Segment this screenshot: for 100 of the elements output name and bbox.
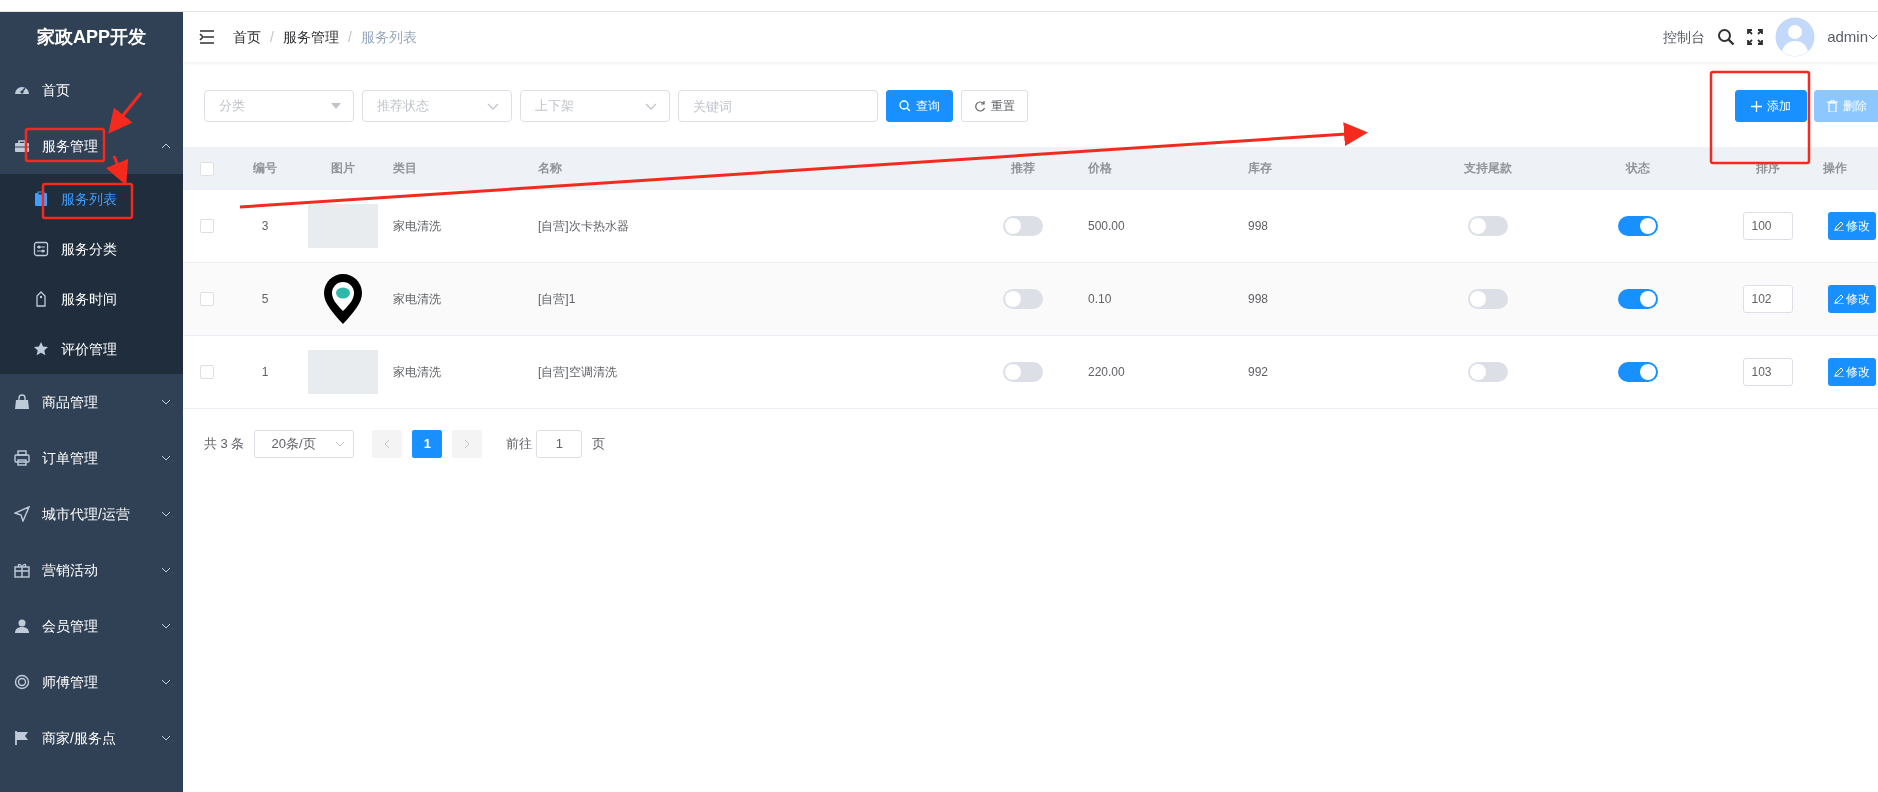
previous-page-button[interactable] [372, 429, 403, 458]
row-checkbox[interactable] [199, 219, 214, 234]
user-icon [14, 618, 30, 634]
column-header: 支持尾款 [1463, 160, 1512, 175]
shopping-bag-icon [14, 394, 30, 410]
toggle-switch[interactable] [1617, 361, 1658, 382]
caret-icon[interactable] [1868, 33, 1878, 41]
sidebar-item[interactable]: 师傅管理 [0, 654, 183, 710]
page-size-select[interactable]: 20条/页 [254, 429, 355, 458]
toggle-switch[interactable] [1002, 215, 1043, 236]
toggle-switch[interactable] [1467, 361, 1508, 382]
column-header: 库存 [1248, 160, 1272, 175]
breadcrumb-item[interactable]: 首页 [233, 26, 261, 48]
avatar-icon[interactable] [1775, 17, 1816, 57]
table-cell: 998 [1248, 291, 1269, 306]
keyword-field[interactable]: 关键词 [678, 90, 878, 122]
navigation-icon [14, 506, 30, 522]
refresh-icon [974, 100, 986, 112]
app-title: 家政APP开发 [36, 25, 147, 49]
sliders-icon [33, 241, 49, 257]
star-icon [33, 341, 49, 357]
page-suffix: 页 [592, 434, 606, 453]
sidebar-item[interactable]: 城市代理/运营 [0, 486, 183, 542]
column-header: 推荐 [1010, 160, 1035, 175]
annotation-arrow [108, 92, 143, 134]
toggle-switch[interactable] [1002, 361, 1043, 382]
toggle-switch[interactable] [1467, 288, 1508, 309]
column-header: 类目 [393, 160, 417, 175]
toggle-switch[interactable] [1467, 215, 1508, 236]
pencil-icon [1834, 293, 1844, 304]
total-count: 共 3 条 [204, 434, 245, 453]
user-name[interactable]: admin [1827, 25, 1868, 49]
column-header: 操作 [1823, 160, 1847, 175]
sidebar-item[interactable]: 首页 [0, 62, 183, 118]
sidebar-item[interactable]: 营销活动 [0, 542, 183, 598]
table-cell: 220.00 [1088, 364, 1125, 379]
sidebar-item[interactable]: 会员管理 [0, 598, 183, 654]
table-cell: 0.10 [1088, 291, 1112, 306]
chevron-right-icon [464, 438, 471, 449]
sidebar-item[interactable]: 商品管理 [0, 374, 183, 430]
submenu-item[interactable]: 服务时间 [0, 274, 183, 324]
plus-icon [1751, 100, 1762, 112]
table-cell: 5 [261, 291, 269, 306]
submenu-item[interactable]: 服务分类 [0, 224, 183, 274]
goto-page-field[interactable]: 1 [536, 429, 583, 458]
toggle-switch[interactable] [1617, 215, 1658, 236]
chevron-left-icon [384, 438, 391, 449]
breadcrumb-item[interactable]: 服务管理 [282, 26, 339, 48]
lifebuoy-icon [14, 674, 30, 690]
toggle-switch[interactable] [1617, 288, 1658, 309]
table-cell: [自营]1 [538, 291, 576, 306]
chevron-down-icon [487, 102, 499, 110]
column-header: 图片 [330, 160, 355, 175]
sort-field[interactable]: 103 [1742, 357, 1793, 386]
column-header: 价格 [1088, 160, 1112, 175]
table-cell: 992 [1248, 364, 1269, 379]
search-icon[interactable] [1717, 28, 1736, 46]
table-cell: 家电清洗 [393, 364, 441, 379]
pencil-icon [1834, 220, 1844, 231]
annotation-arrow [106, 155, 129, 186]
chevron-down-icon [645, 102, 657, 110]
next-page-button[interactable] [452, 429, 483, 458]
gift-icon [14, 562, 30, 578]
sidebar-item[interactable]: 商家/服务点 [0, 710, 183, 766]
caret-down-icon [331, 103, 341, 109]
reset-button[interactable]: 重置 [961, 90, 1028, 122]
submenu-item[interactable]: 评价管理 [0, 324, 183, 374]
breadcrumb-separator: / [347, 27, 352, 47]
table-cell: 家电清洗 [393, 291, 441, 306]
tag-icon [33, 291, 49, 307]
search-icon [899, 100, 911, 112]
menu-icon[interactable] [199, 30, 215, 44]
select-all-checkbox[interactable] [199, 161, 214, 176]
sort-field[interactable]: 100 [1742, 211, 1793, 240]
pencil-icon [1834, 366, 1844, 377]
column-header: 编号 [253, 160, 277, 175]
table-cell: [自营]空调清洗 [538, 364, 617, 379]
table-cell: [自营]次卡热水器 [538, 218, 629, 233]
sort-field[interactable]: 102 [1742, 284, 1793, 313]
row-checkbox[interactable] [199, 365, 214, 380]
briefcase-icon [14, 138, 30, 154]
submenu-item[interactable]: 服务列表 [0, 174, 183, 224]
trash-icon [1827, 100, 1838, 112]
row-checkbox[interactable] [199, 292, 214, 307]
console-link[interactable]: 控制台 [1663, 26, 1706, 48]
table-cell: 家电清洗 [393, 218, 441, 233]
printer-icon [14, 450, 30, 466]
sidebar-item[interactable]: 订单管理 [0, 430, 183, 486]
toggle-switch[interactable] [1002, 288, 1043, 309]
breadcrumb-item: 服务列表 [360, 27, 417, 47]
table-cell: 3 [261, 218, 269, 233]
goto-label: 前往 [506, 434, 533, 453]
photo-placeholder [308, 203, 378, 248]
table-cell: 1 [261, 364, 269, 379]
sidebar-item[interactable]: 服务管理 [0, 118, 183, 174]
flag-icon [14, 730, 30, 746]
breadcrumb-separator: / [270, 27, 274, 47]
fullscreen-icon[interactable] [1747, 29, 1764, 45]
chevron-down-icon [335, 440, 346, 447]
column-header: 状态 [1625, 160, 1650, 175]
